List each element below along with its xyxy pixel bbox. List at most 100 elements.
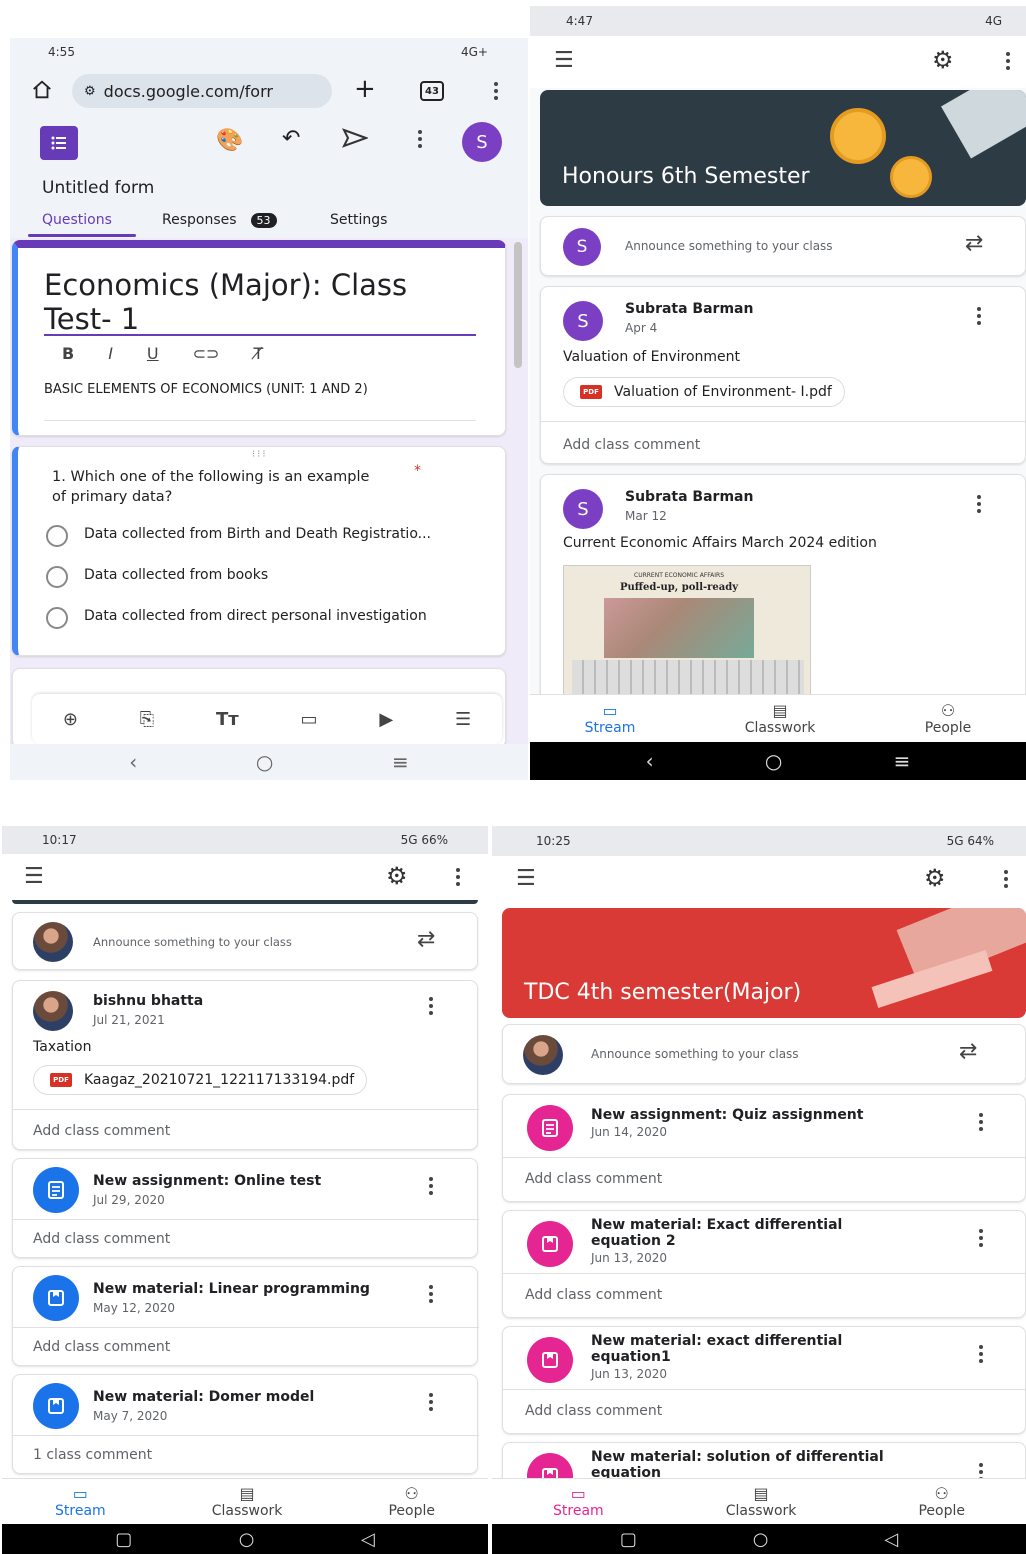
class-title[interactable]: Honours 6th Semester bbox=[562, 164, 810, 189]
option-label[interactable]: Data collected from books bbox=[84, 567, 268, 583]
item-title[interactable]: New assignment: Online test bbox=[93, 1173, 321, 1189]
clear-format-icon[interactable]: T̸ bbox=[253, 344, 263, 363]
add-comment-link[interactable]: Add class comment bbox=[525, 1171, 662, 1187]
add-image-icon[interactable]: ▭ bbox=[301, 709, 318, 730]
option-label[interactable]: Data collected from Birth and Death Regi… bbox=[84, 526, 431, 542]
repost-icon[interactable]: ⇄ bbox=[965, 231, 983, 256]
attachment-chip[interactable]: PDF Valuation of Environment- I.pdf bbox=[563, 377, 845, 407]
class-settings-icon[interactable]: ⚙ bbox=[386, 862, 408, 890]
form-menu-icon[interactable] bbox=[416, 130, 424, 148]
attachment-thumbnail[interactable]: CURRENT ECONOMIC AFFAIRS Puffed-up, poll… bbox=[563, 565, 811, 695]
question-card[interactable]: ⁝⁝⁝ 1. Which one of the following is an … bbox=[12, 446, 506, 656]
tab-responses[interactable]: Responses 53 bbox=[162, 212, 277, 228]
home-nav-icon[interactable]: ○ bbox=[765, 749, 782, 773]
item-title[interactable]: New material: Exact differential equatio… bbox=[591, 1217, 901, 1249]
new-tab-icon[interactable]: + bbox=[354, 74, 376, 104]
tab-switcher-button[interactable]: 43 bbox=[420, 81, 444, 101]
option-radio[interactable] bbox=[46, 566, 68, 588]
nav-stream[interactable]: ▭ Stream bbox=[585, 701, 636, 736]
item-menu-icon[interactable] bbox=[977, 1345, 985, 1363]
add-section-icon[interactable]: ☰ bbox=[455, 709, 471, 730]
account-avatar[interactable]: S bbox=[462, 122, 502, 162]
option-radio[interactable] bbox=[46, 607, 68, 629]
announce-placeholder[interactable]: Announce something to your class bbox=[93, 935, 292, 949]
add-comment-link[interactable]: Add class comment bbox=[33, 1231, 170, 1247]
item-title[interactable]: New material: Linear programming bbox=[93, 1281, 370, 1297]
recents-icon[interactable]: ▢ bbox=[620, 1529, 637, 1550]
nav-classwork[interactable]: ▤ Classwork bbox=[212, 1484, 283, 1519]
nav-people[interactable]: ⚇ People bbox=[925, 701, 972, 736]
tab-settings[interactable]: Settings bbox=[330, 212, 387, 228]
add-question-icon[interactable]: ⊕ bbox=[63, 709, 78, 730]
item-title[interactable]: New material: exact differential equatio… bbox=[591, 1333, 901, 1365]
announce-placeholder[interactable]: Announce something to your class bbox=[591, 1047, 799, 1061]
post-menu-icon[interactable] bbox=[975, 495, 983, 513]
menu-icon[interactable]: ☰ bbox=[554, 48, 574, 73]
announce-card[interactable]: S Announce something to your class ⇄ bbox=[540, 216, 1026, 276]
back-icon[interactable]: ‹ bbox=[646, 749, 654, 773]
more-options-icon[interactable] bbox=[1002, 870, 1010, 888]
add-comment-link[interactable]: Add class comment bbox=[525, 1287, 662, 1303]
attachment-chip[interactable]: PDF Kaagaz_20210721_122117133194.pdf bbox=[33, 1065, 368, 1095]
nav-people[interactable]: ⚇ People bbox=[388, 1484, 435, 1519]
form-name[interactable]: Untitled form bbox=[42, 178, 154, 198]
nav-classwork[interactable]: ▤ Classwork bbox=[726, 1484, 797, 1519]
menu-icon[interactable]: ☰ bbox=[24, 864, 44, 889]
post-menu-icon[interactable] bbox=[427, 997, 435, 1015]
item-menu-icon[interactable] bbox=[977, 1113, 985, 1131]
add-comment-link[interactable]: Add class comment bbox=[525, 1403, 662, 1419]
announce-card[interactable]: Announce something to your class ⇄ bbox=[502, 1024, 1026, 1084]
recents-icon[interactable]: ▢ bbox=[115, 1529, 132, 1550]
site-settings-icon[interactable]: ⚙ bbox=[84, 84, 96, 99]
add-title-icon[interactable]: Tт bbox=[216, 709, 239, 730]
import-questions-icon[interactable]: ⎘ bbox=[140, 709, 154, 730]
question-text[interactable]: 1. Which one of the following is an exam… bbox=[52, 467, 382, 507]
item-title[interactable]: New assignment: Quiz assignment bbox=[591, 1107, 863, 1123]
back-icon[interactable]: ◁ bbox=[884, 1529, 898, 1550]
option-radio[interactable] bbox=[46, 525, 68, 547]
scrollbar-thumb[interactable] bbox=[514, 242, 522, 368]
tab-questions[interactable]: Questions bbox=[42, 212, 112, 228]
item-menu-icon[interactable] bbox=[977, 1229, 985, 1247]
url-bar[interactable]: ⚙ docs.google.com/forr bbox=[72, 74, 332, 108]
class-comment-link[interactable]: 1 class comment bbox=[33, 1447, 152, 1463]
nav-stream[interactable]: ▭ Stream bbox=[55, 1484, 106, 1519]
palette-icon[interactable]: 🎨 bbox=[216, 128, 243, 153]
link-icon[interactable]: ⊂⊃ bbox=[193, 344, 220, 363]
post-menu-icon[interactable] bbox=[975, 307, 983, 325]
menu-icon[interactable]: ☰ bbox=[516, 866, 536, 891]
repost-icon[interactable]: ⇄ bbox=[417, 927, 435, 952]
repost-icon[interactable]: ⇄ bbox=[959, 1039, 977, 1064]
back-icon[interactable]: ‹ bbox=[129, 750, 137, 774]
item-title[interactable]: New material: Domer model bbox=[93, 1389, 314, 1405]
add-video-icon[interactable]: ▶ bbox=[379, 709, 393, 730]
option-label[interactable]: Data collected from direct personal inve… bbox=[84, 608, 427, 624]
more-options-icon[interactable] bbox=[454, 868, 462, 886]
home-nav-icon[interactable]: ○ bbox=[753, 1529, 769, 1550]
more-options-icon[interactable] bbox=[1004, 52, 1012, 70]
back-icon[interactable]: ◁ bbox=[361, 1529, 375, 1550]
home-nav-icon[interactable]: ○ bbox=[256, 750, 273, 774]
item-title[interactable]: New material: solution of differential e… bbox=[591, 1449, 901, 1481]
add-comment-link[interactable]: Add class comment bbox=[563, 437, 700, 453]
item-menu-icon[interactable] bbox=[427, 1285, 435, 1303]
nav-classwork[interactable]: ▤ Classwork bbox=[745, 701, 816, 736]
add-comment-link[interactable]: Add class comment bbox=[33, 1123, 170, 1139]
form-title[interactable]: Economics (Major): Class Test- 1 bbox=[44, 268, 464, 336]
recents-icon[interactable]: ≡ bbox=[894, 749, 911, 773]
nav-people[interactable]: ⚇ People bbox=[918, 1484, 965, 1519]
browser-menu-icon[interactable] bbox=[492, 82, 500, 100]
class-settings-icon[interactable]: ⚙ bbox=[924, 864, 946, 892]
form-description[interactable]: BASIC ELEMENTS OF ECONOMICS (UNIT: 1 AND… bbox=[44, 380, 474, 399]
item-menu-icon[interactable] bbox=[427, 1393, 435, 1411]
class-title[interactable]: TDC 4th semester(Major) bbox=[524, 980, 801, 1005]
announce-placeholder[interactable]: Announce something to your class bbox=[625, 239, 833, 253]
send-icon[interactable] bbox=[341, 128, 369, 152]
announce-card[interactable]: Announce something to your class ⇄ bbox=[12, 912, 478, 970]
drag-handle-icon[interactable]: ⁝⁝⁝ bbox=[252, 449, 268, 460]
home-icon[interactable] bbox=[28, 76, 56, 104]
underline-icon[interactable]: U bbox=[147, 344, 159, 363]
undo-icon[interactable]: ↶ bbox=[282, 126, 300, 151]
add-comment-link[interactable]: Add class comment bbox=[33, 1339, 170, 1355]
nav-stream[interactable]: ▭ Stream bbox=[553, 1484, 604, 1519]
